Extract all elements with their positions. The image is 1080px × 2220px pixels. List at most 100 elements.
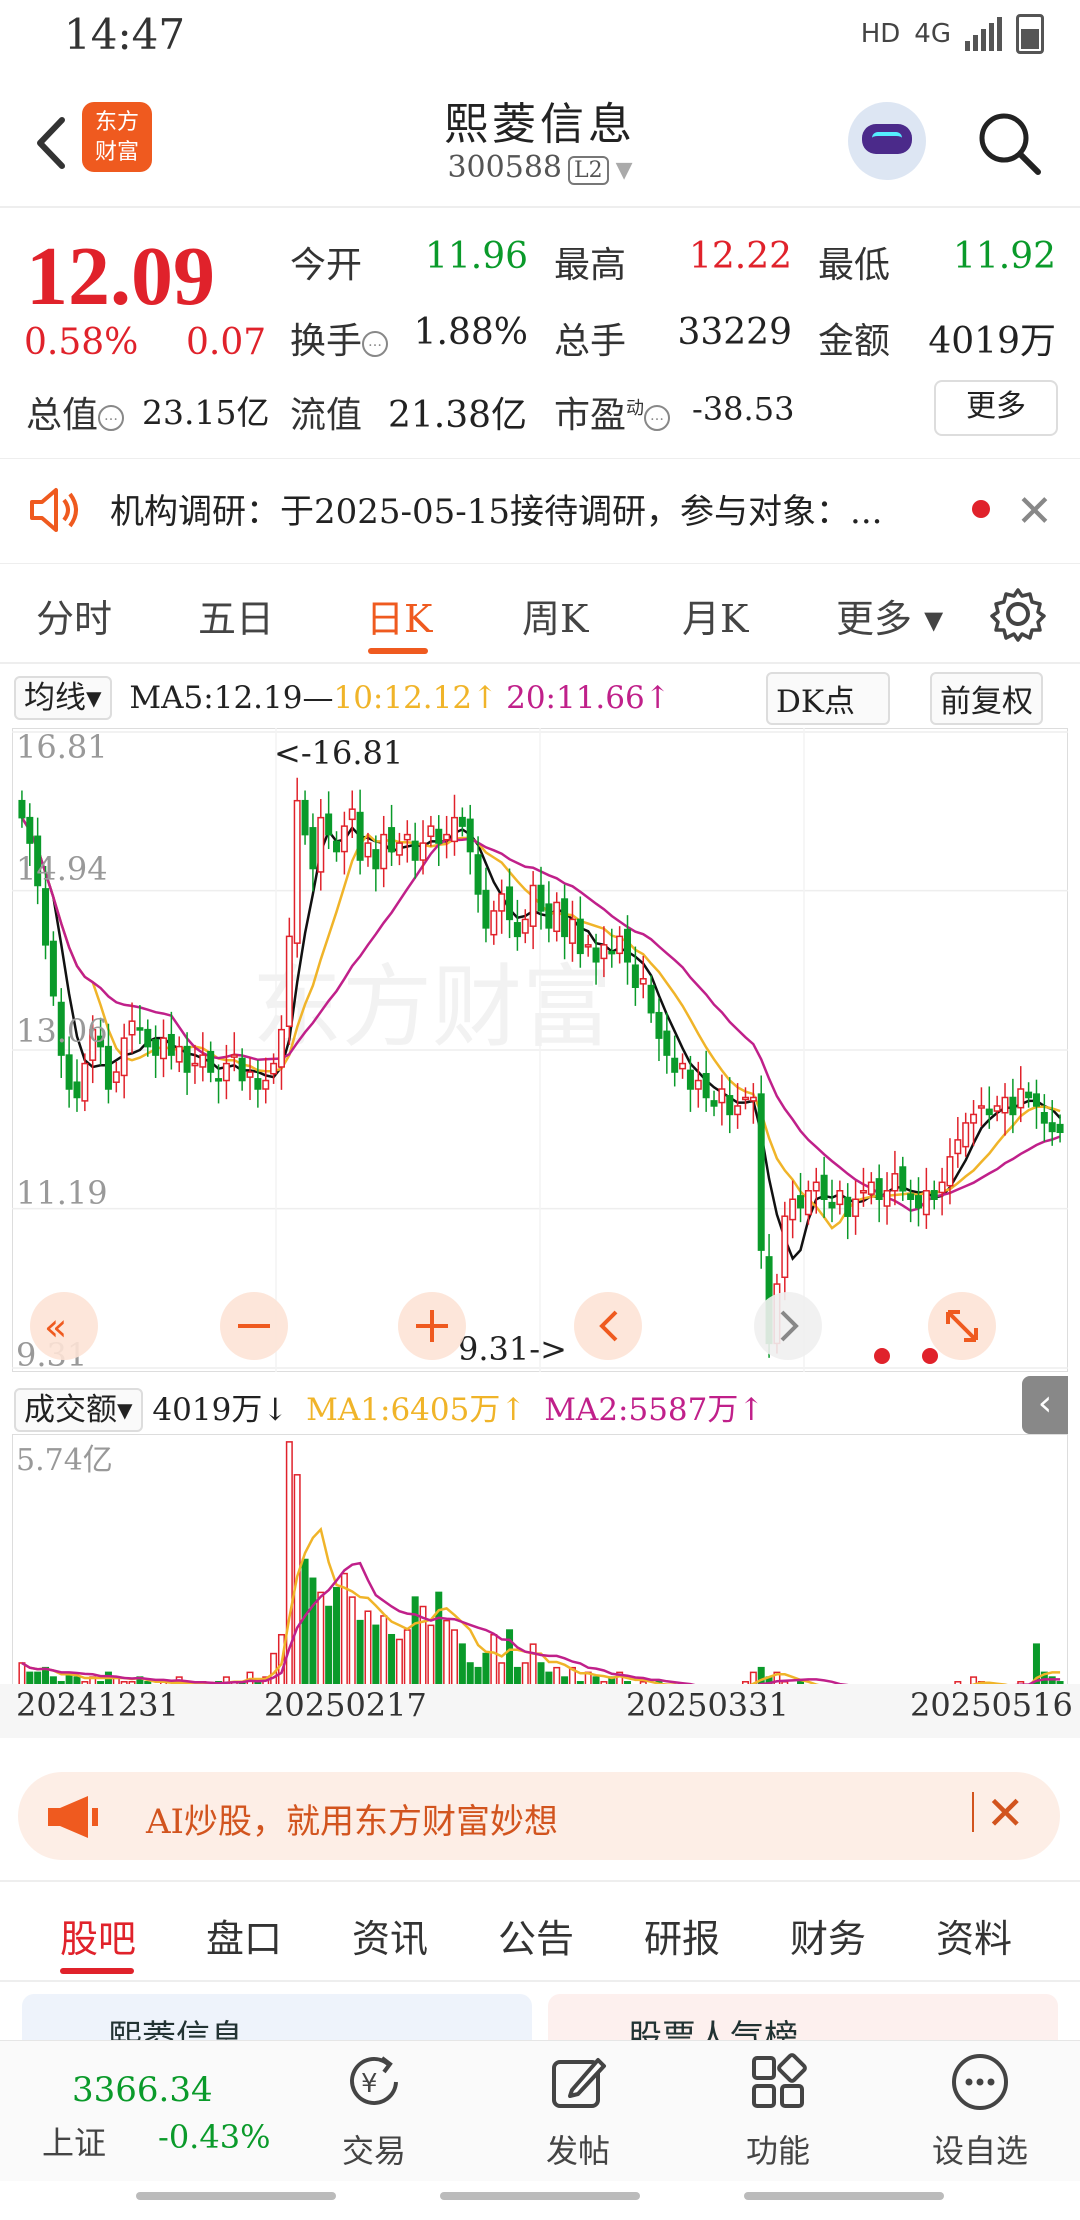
tab-guba[interactable]: 股吧 <box>60 1908 136 1963</box>
add-watchlist-label[interactable]: 设自选 <box>910 2126 1050 2172</box>
candle-body <box>435 828 443 844</box>
tab-week-k[interactable]: 周K <box>522 588 588 643</box>
signal-icon <box>965 17 1002 51</box>
adjust-button[interactable]: 前复权 <box>930 672 1043 725</box>
functions-icon[interactable] <box>748 2052 808 2112</box>
candle-body <box>1032 1093 1040 1107</box>
gear-icon[interactable] <box>990 586 1046 642</box>
info-icon[interactable]: … <box>362 331 389 357</box>
search-icon[interactable] <box>976 110 1042 176</box>
candle-body <box>120 1037 128 1077</box>
tab-five-day[interactable]: 五日 <box>198 588 274 643</box>
candle-body <box>144 1028 152 1048</box>
post-icon[interactable] <box>548 2052 608 2112</box>
more-quote-button[interactable]: 更多 <box>934 380 1058 436</box>
tab-research[interactable]: 研报 <box>644 1908 720 1963</box>
volume-indicator-selector[interactable]: 成交额▾ <box>14 1388 143 1432</box>
date-label: 20250331 <box>626 1686 789 1724</box>
candle-body <box>789 1198 797 1221</box>
trade-icon[interactable]: ¥ <box>344 2052 404 2112</box>
candle-body <box>270 1062 278 1075</box>
candle-body <box>741 1096 749 1101</box>
tab-pankou[interactable]: 盘口 <box>206 1908 282 1963</box>
candle-body <box>309 827 317 870</box>
candle-body <box>655 1011 663 1039</box>
amount-label: 金额 <box>818 321 891 362</box>
active-tab-underline <box>60 1968 134 1974</box>
candle-body <box>183 1045 191 1073</box>
zoom-out-button[interactable] <box>220 1292 288 1360</box>
candle-body <box>962 1122 970 1148</box>
candle-body <box>938 1181 946 1194</box>
candle-body <box>930 1190 938 1200</box>
tab-news[interactable]: 资讯 <box>352 1908 428 1963</box>
candle-body <box>993 1105 1001 1112</box>
candle-body <box>411 840 419 861</box>
candle-body <box>907 1193 915 1200</box>
candle-body <box>600 944 608 960</box>
scroll-right-button[interactable] <box>754 1292 822 1360</box>
candle-body <box>883 1190 891 1207</box>
notice-text[interactable]: 机构调研：于2025-05-15接待调研，参与对象：... <box>110 484 882 533</box>
info-icon[interactable]: … <box>644 405 671 431</box>
divider <box>972 1792 974 1832</box>
post-label[interactable]: 发帖 <box>508 2126 648 2172</box>
volume-amount: 4019万↓ <box>152 1392 289 1428</box>
functions-label[interactable]: 功能 <box>708 2126 848 2172</box>
dk-point-button[interactable]: DK点 <box>766 672 890 725</box>
volume-chart[interactable]: 5.74亿 <box>12 1434 1068 1714</box>
trade-label[interactable]: 交易 <box>304 2126 444 2172</box>
candle-body <box>199 1054 207 1068</box>
collapse-panel-button[interactable]: ‹ <box>1022 1376 1068 1434</box>
candle-body <box>631 964 639 988</box>
tab-finance[interactable]: 财务 <box>790 1908 866 1963</box>
candle-body <box>506 886 514 921</box>
candle-body <box>380 833 388 870</box>
kline-chart[interactable]: 东方财富 16.81 14.94 13.06 11.19 9.31 <-16.8… <box>12 728 1068 1372</box>
candle-body <box>175 1045 183 1063</box>
active-tab-underline <box>368 648 428 654</box>
candle-body <box>325 813 333 836</box>
candle-body <box>529 884 537 927</box>
candle-body <box>639 978 647 985</box>
candle-body <box>1009 1096 1017 1116</box>
candle-body <box>977 1105 985 1109</box>
indicator-selector[interactable]: 均线▾ <box>14 676 112 720</box>
close-icon[interactable]: ✕ <box>1016 486 1053 537</box>
candle-body <box>710 1100 718 1107</box>
popularity-card[interactable]: 股票人气榜 <box>548 1994 1058 2040</box>
candle-body <box>277 1028 285 1068</box>
scroll-left-button[interactable] <box>574 1292 642 1360</box>
tab-day-k[interactable]: 日K <box>366 588 432 643</box>
tab-profile[interactable]: 资料 <box>936 1908 1012 1963</box>
promo-text[interactable]: AI炒股，就用东方财富妙想 <box>146 1794 558 1843</box>
turnover-value: 1.88% <box>413 312 528 353</box>
candle-body <box>616 935 624 955</box>
svg-text:¥: ¥ <box>361 2069 378 2099</box>
guba-card[interactable]: 熙菱信息 <box>22 1994 532 2040</box>
index-value[interactable]: 3366.34 <box>72 2070 213 2110</box>
zoom-in-button[interactable] <box>398 1292 466 1360</box>
fullscreen-button[interactable] <box>928 1292 996 1360</box>
candle-body <box>285 935 293 1028</box>
scroll-left-fast-button[interactable]: « <box>30 1292 98 1360</box>
y-label-3: 13.06 <box>16 1012 108 1050</box>
candle-body <box>482 889 490 929</box>
float-label: 流值 <box>290 395 363 436</box>
index-name[interactable]: 上证 <box>42 2118 106 2164</box>
open-value: 11.96 <box>424 236 528 277</box>
candle-body <box>490 910 498 936</box>
tab-month-k[interactable]: 月K <box>682 588 748 643</box>
mktcap-value: 23.15亿 <box>142 393 270 432</box>
candle-body <box>293 799 301 944</box>
float-value: 21.38亿 <box>388 395 528 436</box>
tab-more[interactable]: 更多 ▾ <box>836 588 943 643</box>
assistant-robot-icon[interactable] <box>848 102 926 180</box>
tab-intraday[interactable]: 分时 <box>36 588 112 643</box>
more-circle-icon[interactable] <box>950 2052 1010 2112</box>
close-icon[interactable]: ✕ <box>986 1786 1025 1840</box>
tab-announcements[interactable]: 公告 <box>498 1908 574 1963</box>
candle-body <box>985 1108 993 1116</box>
info-icon[interactable]: … <box>98 405 125 431</box>
index-change[interactable]: -0.43% <box>158 2118 270 2156</box>
